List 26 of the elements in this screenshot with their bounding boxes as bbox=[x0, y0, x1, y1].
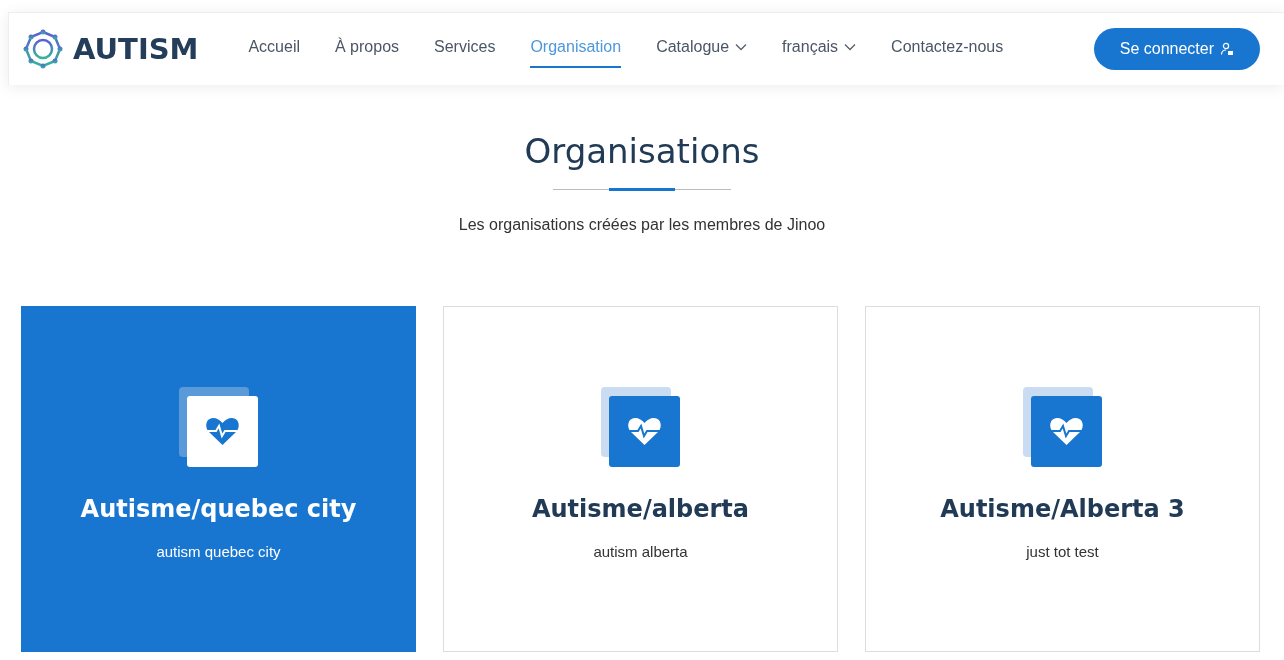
organisation-card[interactable]: Autisme/Alberta 3 just tot test bbox=[865, 306, 1260, 652]
organisation-name: Autisme/quebec city bbox=[80, 495, 357, 523]
organisation-card[interactable]: Autisme/alberta autism alberta bbox=[443, 306, 838, 652]
section-title: Organisations bbox=[524, 131, 760, 171]
organisation-card[interactable]: Autisme/quebec city autism quebec city bbox=[21, 306, 416, 652]
logo-text[interactable]: AUTISM bbox=[73, 32, 199, 66]
organisation-description: autism alberta bbox=[593, 543, 688, 560]
nav-link[interactable]: Contactez-nous bbox=[891, 30, 1004, 68]
heart-pulse-icon bbox=[600, 387, 681, 467]
heart-pulse-icon bbox=[178, 387, 259, 467]
organisation-name: Autisme/Alberta 3 bbox=[940, 495, 1185, 523]
nav-link[interactable]: Services bbox=[434, 30, 496, 68]
user-lock-icon bbox=[1220, 42, 1234, 56]
section-subtitle: Les organisations créées par les membres de Jinoo bbox=[458, 216, 826, 234]
login-button[interactable]: Se connecter bbox=[1093, 28, 1260, 70]
chevron-down-icon bbox=[844, 43, 857, 51]
organisation-description: just tot test bbox=[1026, 543, 1099, 560]
chevron-down-icon bbox=[735, 43, 748, 51]
nav-link[interactable]: Catalogue bbox=[656, 30, 748, 68]
heart-pulse-icon bbox=[1022, 387, 1103, 467]
organisation-description: autism quebec city bbox=[156, 543, 281, 560]
network-logo-icon bbox=[23, 29, 63, 69]
nav-link[interactable]: Accueil bbox=[248, 30, 300, 68]
organisation-name: Autisme/alberta bbox=[531, 495, 750, 523]
nav-link[interactable]: français bbox=[782, 30, 857, 68]
nav-link[interactable]: À propos bbox=[335, 30, 400, 68]
